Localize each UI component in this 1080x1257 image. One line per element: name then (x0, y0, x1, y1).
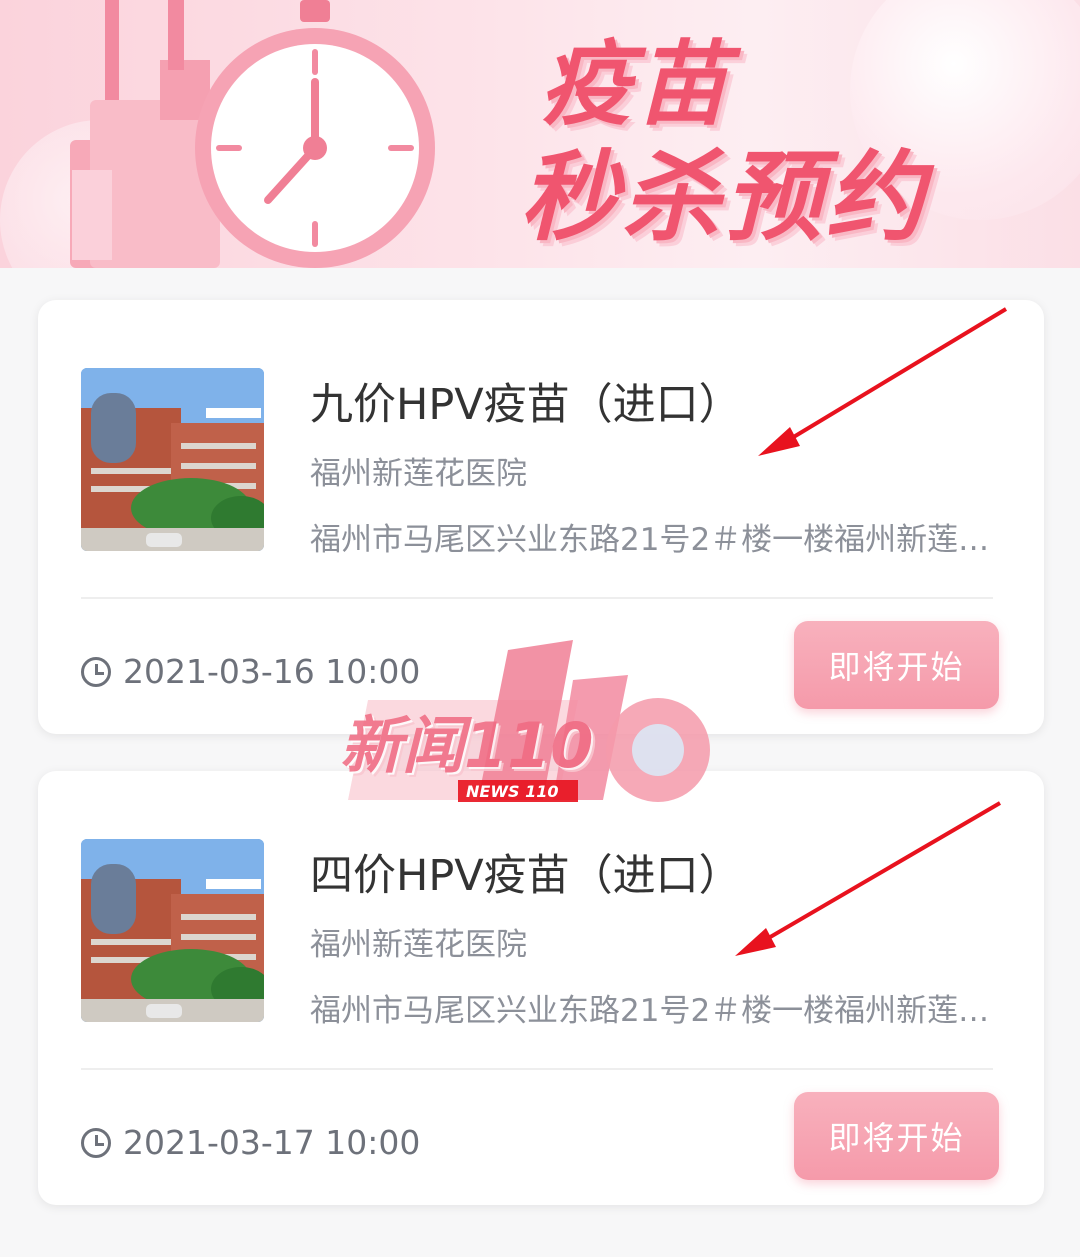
vaccine-card[interactable]: 九价HPV疫苗（进口） 福州新莲花医院 福州市马尾区兴业东路21号2＃楼一楼福州… (38, 300, 1044, 734)
hospital-photo (81, 368, 264, 551)
watermark-sub-text: NEWS 110 (466, 782, 559, 801)
time-text: 2021-03-16 10:00 (123, 652, 421, 691)
coming-soon-button[interactable]: 即将开始 (794, 1092, 999, 1180)
watermark-main-text: 新闻110 (340, 709, 594, 782)
alarm-clock-icon (70, 0, 435, 268)
time-text: 2021-03-17 10:00 (123, 1123, 421, 1162)
coming-soon-button[interactable]: 即将开始 (794, 621, 999, 709)
appointment-time: 2021-03-17 10:00 (81, 1123, 420, 1162)
hospital-address: 福州市马尾区兴业东路21号2＃楼一楼福州新莲花医院 (310, 993, 1000, 1029)
banner-title-line2: 秒杀预约 (520, 141, 929, 255)
divider (81, 1068, 993, 1070)
vaccine-card[interactable]: 四价HPV疫苗（进口） 福州新莲花医院 福州市马尾区兴业东路21号2＃楼一楼福州… (38, 771, 1044, 1205)
clock-icon (81, 656, 111, 687)
clock-icon (81, 1127, 111, 1158)
hospital-address: 福州市马尾区兴业东路21号2＃楼一楼福州新莲花医院 (310, 522, 1000, 558)
hospital-name: 福州新莲花医院 (310, 927, 527, 963)
hospital-photo (81, 839, 264, 1022)
vaccine-name: 四价HPV疫苗（进口） (310, 851, 742, 901)
appointment-time: 2021-03-16 10:00 (81, 652, 420, 691)
divider (81, 597, 993, 599)
promo-banner: 疫苗 秒杀预约 (0, 0, 1080, 268)
hospital-name: 福州新莲花医院 (310, 456, 527, 492)
vaccine-name: 九价HPV疫苗（进口） (310, 380, 742, 430)
